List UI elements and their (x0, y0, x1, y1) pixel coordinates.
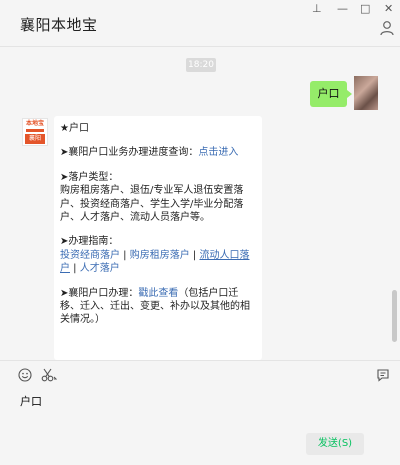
bot-message-bubble: ★户口 ➤襄阳户口业务办理进度查询：点击进入 ➤落户类型： 购房租房落户、退伍/… (54, 116, 262, 360)
types-text: 购房租房落户、退伍/专业军人退伍安置落户、投资经商落户、学生入学/毕业分配落户、… (60, 185, 244, 224)
timestamp: 18:20 (186, 58, 216, 72)
guide-title: ➤办理指南： (60, 236, 119, 248)
maximize-icon[interactable]: □ (360, 3, 370, 15)
guide-link-talent[interactable]: 人才落户 (80, 263, 120, 274)
guide-separator: | (189, 249, 200, 261)
message-heading: ★户口 (60, 123, 89, 134)
close-icon[interactable]: ✕ (384, 3, 393, 15)
minimize-icon[interactable]: — (337, 3, 348, 15)
emoji-icon[interactable] (18, 368, 32, 382)
progress-label: ➤襄阳户口业务办理进度查询： (60, 147, 199, 159)
my-message-bubble[interactable]: 户口 (310, 81, 352, 107)
bot-avatar[interactable]: 本地宝 襄阳 (22, 118, 48, 146)
types-title: ➤落户类型： (60, 171, 119, 183)
bot-avatar-stripe (26, 129, 44, 132)
guide-link-housing[interactable]: 购房租房落户 (130, 250, 190, 261)
progress-link[interactable]: 点击进入 (198, 147, 238, 158)
title-bar: 襄阳本地宝 ⊥ — □ ✕ (0, 0, 400, 46)
profile-icon[interactable] (380, 20, 394, 36)
guide-separator: | (120, 249, 130, 261)
my-avatar[interactable] (354, 76, 378, 110)
guide-links: 投资经商落户 | 购房租房落户 | 流动人口落户 | 人才落户 (60, 249, 258, 276)
handle-line: ➤襄阳户口办理：戳此查看（包括户口迁移、迁入、迁出、变更、补办以及其他的相关情况… (60, 287, 258, 327)
chat-scrollbar[interactable] (392, 290, 397, 342)
guide-separator: | (70, 263, 80, 275)
message-input[interactable]: 户口 (20, 393, 42, 409)
handle-label: ➤襄阳户口办理： (60, 287, 139, 299)
guide-link-investment[interactable]: 投资经商落户 (60, 250, 120, 261)
bot-avatar-logo-text: 本地宝 (25, 120, 44, 127)
send-button[interactable]: 发送(S) (306, 433, 364, 455)
pin-icon[interactable]: ⊥ (312, 3, 322, 15)
progress-line: ➤襄阳户口业务办理进度查询：点击进入 (60, 146, 258, 159)
bot-message-content: ★户口 ➤襄阳户口业务办理进度查询：点击进入 ➤落户类型： 购房租房落户、退伍/… (60, 122, 258, 327)
header-divider (0, 46, 400, 47)
chat-history-icon[interactable] (376, 368, 390, 382)
handle-link[interactable]: 戳此查看 (138, 288, 178, 299)
chat-title: 襄阳本地宝 (20, 16, 98, 34)
bot-avatar-city: 襄阳 (25, 134, 45, 144)
scissors-icon[interactable] (41, 368, 57, 382)
